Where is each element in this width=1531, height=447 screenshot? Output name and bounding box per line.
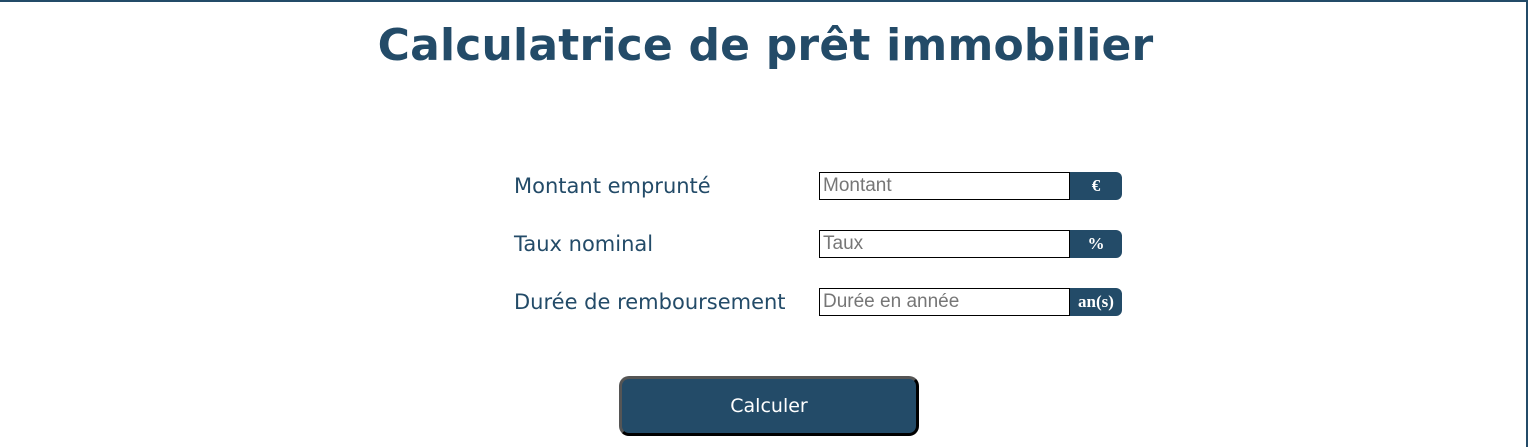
form-row-loan-amount: Montant emprunté € <box>514 172 1134 200</box>
repayment-duration-label: Durée de remboursement <box>514 290 786 314</box>
loan-amount-label: Montant emprunté <box>514 174 711 198</box>
form-row-nominal-rate: Taux nominal % <box>514 230 1134 258</box>
calculate-button[interactable]: Calculer <box>619 376 919 436</box>
years-unit-addon: an(s) <box>1070 288 1122 316</box>
repayment-duration-input[interactable] <box>819 288 1070 316</box>
loan-amount-input[interactable] <box>819 172 1070 200</box>
percent-unit-addon: % <box>1070 230 1122 258</box>
nominal-rate-input[interactable] <box>819 230 1070 258</box>
form-row-repayment-duration: Durée de remboursement an(s) <box>514 288 1134 316</box>
nominal-rate-label: Taux nominal <box>514 232 654 256</box>
page-title: Calculatrice de prêt immobilier <box>377 20 1154 71</box>
euro-unit-addon: € <box>1070 172 1122 200</box>
